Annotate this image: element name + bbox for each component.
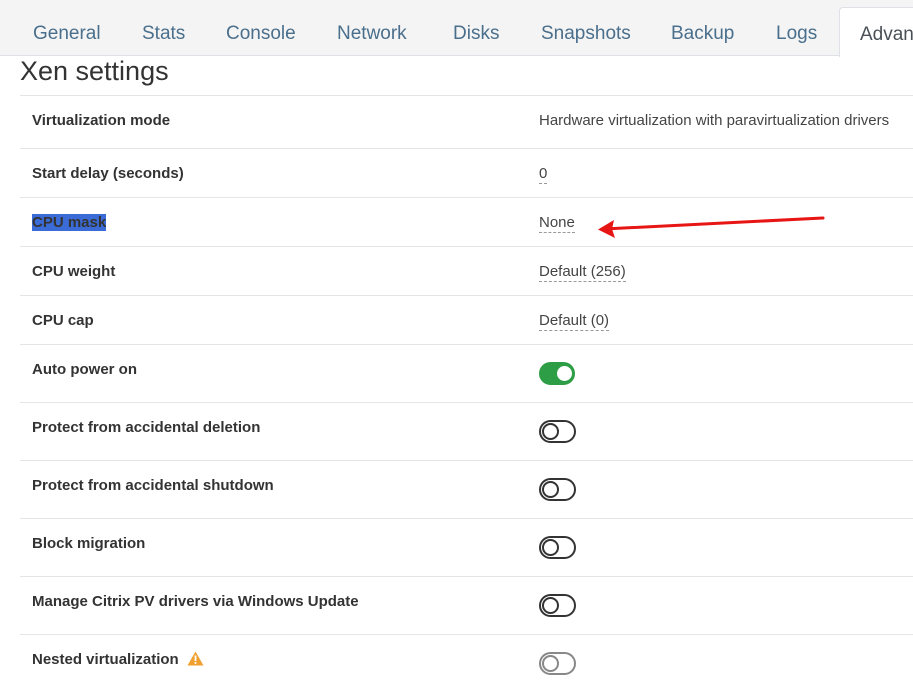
block-migration-toggle[interactable] [539,536,576,559]
tab-stats[interactable]: Stats [142,23,185,45]
toggle-knob [542,655,559,672]
setting-row-cpu-cap: CPU cap Default (0) [20,295,913,344]
setting-label: Protect from accidental shutdown [32,477,274,494]
setting-label: Start delay (seconds) [32,165,184,182]
protect-shutdown-toggle[interactable] [539,478,576,501]
start-delay-value[interactable]: 0 [539,165,548,184]
tab-logs[interactable]: Logs [776,23,817,45]
tab-general[interactable]: General [33,23,101,45]
tab-snapshots[interactable]: Snapshots [541,23,631,45]
setting-row-nested-virtualization: Nested virtualization [20,634,913,690]
setting-label: Auto power on [32,361,137,378]
protect-deletion-toggle[interactable] [539,420,576,443]
setting-label: Block migration [32,535,146,552]
annotation-arrow-icon [598,216,825,238]
setting-label: Manage Citrix PV drivers via Windows Upd… [32,593,359,610]
warning-icon[interactable] [187,651,204,670]
setting-label: Nested virtualization [32,651,179,668]
settings-table: Virtualization mode Hardware virtualizat… [20,95,913,690]
setting-row-protect-deletion: Protect from accidental deletion [20,402,913,460]
setting-row-citrix-pv: Manage Citrix PV drivers via Windows Upd… [20,576,913,634]
auto-power-on-toggle[interactable] [539,362,575,385]
setting-row-start-delay: Start delay (seconds) 0 [20,148,913,197]
tab-advanced[interactable]: Advan [839,7,913,57]
tab-disks[interactable]: Disks [453,23,499,45]
setting-row-cpu-weight: CPU weight Default (256) [20,246,913,295]
cpu-cap-value[interactable]: Default (0) [539,312,610,331]
setting-row-block-migration: Block migration [20,518,913,576]
setting-row-auto-power-on: Auto power on [20,344,913,402]
section-title: Xen settings [20,56,169,86]
toggle-knob [542,597,559,614]
setting-label: Protect from accidental deletion [32,419,261,436]
toggle-knob [542,481,559,498]
setting-label: CPU mask [32,214,107,231]
tab-bar: General Stats Console Network Disks Snap… [0,0,913,57]
tab-backup[interactable]: Backup [671,23,734,45]
virtualization-mode-value: Hardware virtualization with paravirtual… [539,112,890,129]
setting-label: CPU weight [32,263,116,280]
cpu-weight-value[interactable]: Default (256) [539,263,626,282]
citrix-pv-toggle[interactable] [539,594,576,617]
toggle-knob [542,539,559,556]
setting-label: CPU cap [32,312,94,329]
nested-virtualization-toggle[interactable] [539,652,576,675]
setting-label: Virtualization mode [32,112,171,129]
toggle-knob [542,423,559,440]
tab-network[interactable]: Network [337,23,407,45]
setting-row-virtualization-mode: Virtualization mode Hardware virtualizat… [20,95,913,148]
setting-row-protect-shutdown: Protect from accidental shutdown [20,460,913,518]
setting-label-wrap: Nested virtualization [32,651,204,670]
cpu-mask-value[interactable]: None [539,214,575,233]
tab-console[interactable]: Console [226,23,296,45]
toggle-knob [557,366,572,381]
